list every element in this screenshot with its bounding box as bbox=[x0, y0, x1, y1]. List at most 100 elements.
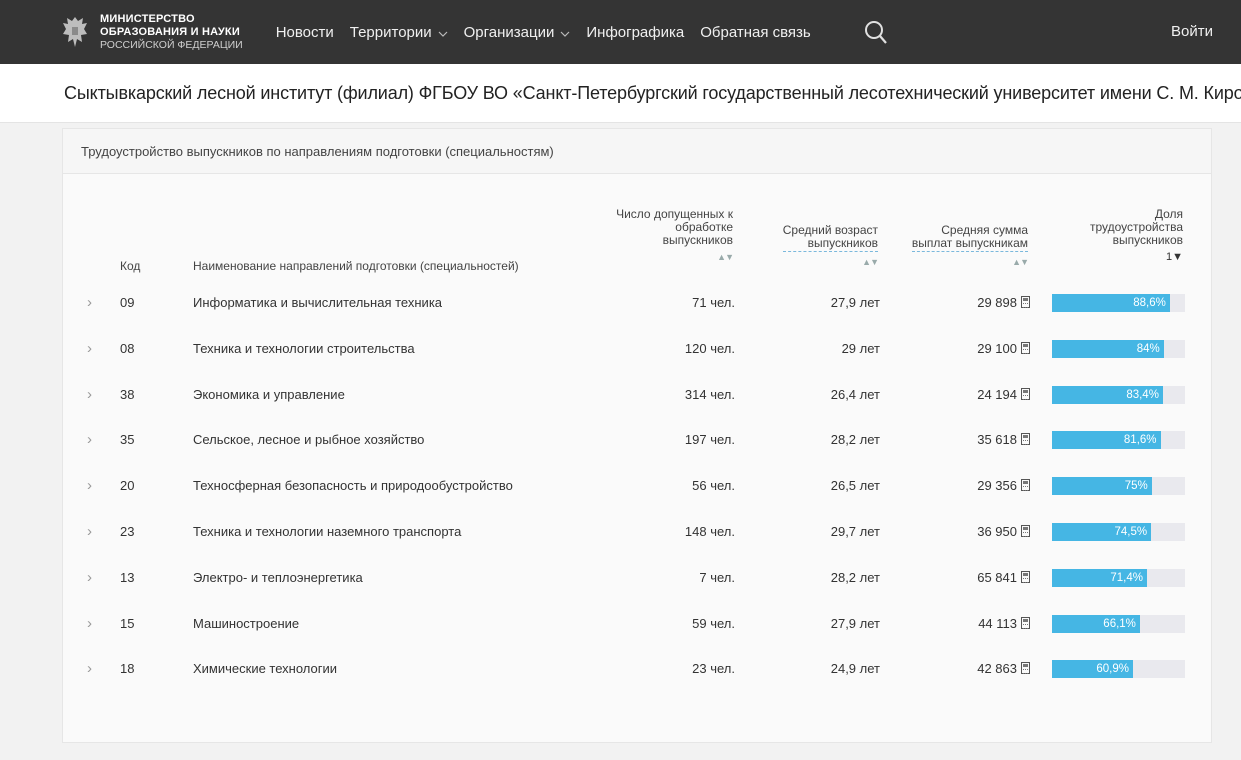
nav-territories-label: Территории bbox=[349, 23, 432, 41]
sort-icon[interactable]: ▲▼ bbox=[616, 251, 734, 264]
header-share[interactable]: Доля трудоустройства выпускников 1▼ bbox=[1090, 208, 1183, 264]
sort-icon[interactable]: ▲▼ bbox=[912, 256, 1029, 269]
header-pay-line2: выплат выпускникам bbox=[911, 236, 1028, 252]
nav-feedback[interactable]: Обратная связь bbox=[700, 24, 811, 41]
chevron-down-icon bbox=[438, 24, 448, 41]
table-row[interactable]: › 08 Техника и технологии строительства 120… bbox=[63, 326, 1213, 372]
share-bar-track: 88,6% bbox=[1052, 294, 1185, 312]
ministry-logo[interactable]: МИНИСТЕРСТВО ОБРАЗОВАНИЯ И НАУКИ РОССИЙС… bbox=[58, 12, 243, 52]
row-name: Машиностроение bbox=[193, 615, 300, 631]
expand-row-chevron-icon[interactable]: › bbox=[87, 509, 92, 555]
expand-row-chevron-icon[interactable]: › bbox=[87, 555, 92, 601]
calculator-icon[interactable] bbox=[1021, 387, 1030, 400]
expand-row-chevron-icon[interactable]: › bbox=[87, 646, 92, 692]
employment-card: Трудоустройство выпускников по направлен… bbox=[62, 128, 1212, 743]
row-pay-value: 44 113 bbox=[978, 615, 1017, 631]
row-count: 120 чел. bbox=[684, 340, 735, 356]
nav-infographics[interactable]: Инфографика bbox=[586, 24, 684, 41]
row-code: 20 bbox=[120, 478, 135, 494]
login-link[interactable]: Войти bbox=[1171, 23, 1213, 40]
row-age: 29 лет bbox=[841, 340, 880, 356]
row-code: 18 bbox=[120, 661, 135, 677]
row-age: 27,9 лет bbox=[830, 295, 880, 310]
nav-news[interactable]: Новости bbox=[276, 24, 334, 41]
header-age[interactable]: Средний возраст выпускников ▲▼ bbox=[782, 224, 879, 269]
share-bar-track: 66,1% bbox=[1052, 614, 1185, 633]
row-pay: 29 100 bbox=[977, 326, 1030, 372]
share-bar-track: 60,9% bbox=[1052, 660, 1185, 679]
calculator-icon[interactable] bbox=[1021, 296, 1030, 308]
header-share-line3: выпускников bbox=[1112, 233, 1183, 247]
table-row[interactable]: › 15 Машиностроение 59 чел. 27,9 лет 44 113 66… bbox=[63, 601, 1213, 647]
sort-desc-indicator[interactable]: 1▼ bbox=[1090, 251, 1183, 264]
row-name: Экономика и управление bbox=[193, 386, 345, 402]
row-count: 197 чел. bbox=[684, 432, 735, 448]
calculator-icon[interactable] bbox=[1021, 570, 1030, 583]
table-row[interactable]: › 13 Электро- и теплоэнергетика 7 чел. 28,2 … bbox=[63, 555, 1213, 601]
header-pay[interactable]: Средняя сумма выплат выпускникам ▲▼ bbox=[911, 224, 1029, 269]
share-bar-fill: 84% bbox=[1052, 339, 1164, 358]
row-count: 23 чел. bbox=[692, 661, 735, 677]
calculator-icon[interactable] bbox=[1021, 479, 1030, 492]
expand-row-chevron-icon[interactable]: › bbox=[87, 463, 92, 509]
calculator-icon[interactable] bbox=[1021, 433, 1030, 446]
calculator-icon[interactable] bbox=[1021, 341, 1030, 354]
nav-organizations[interactable]: Организации bbox=[464, 24, 571, 41]
expand-row-chevron-icon[interactable]: › bbox=[87, 601, 92, 647]
share-bar-fill: 83,4% bbox=[1052, 385, 1163, 404]
table-row[interactable]: › 20 Техносферная безопасность и природооб… bbox=[63, 463, 1213, 509]
nav-territories[interactable]: Территории bbox=[350, 24, 448, 41]
nav-feedback-label: Обратная связь bbox=[700, 23, 811, 41]
sort-icon[interactable]: ▲▼ bbox=[783, 256, 879, 269]
table-row[interactable]: › 09 Информатика и вычислительная техника 7… bbox=[63, 280, 1213, 326]
expand-row-chevron-icon[interactable]: › bbox=[87, 280, 92, 326]
logo-line-1: МИНИСТЕРСТВО bbox=[100, 12, 195, 25]
row-pay-value: 29 100 bbox=[977, 340, 1017, 356]
row-name: Информатика и вычислительная техника bbox=[193, 295, 443, 310]
header-name[interactable]: Наименование направлений подготовки (спе… bbox=[193, 260, 519, 273]
card-title: Трудоустройство выпускников по направлен… bbox=[63, 129, 1211, 174]
calculator-icon[interactable] bbox=[1021, 616, 1030, 629]
row-count: 71 чел. bbox=[692, 295, 735, 310]
share-bar-fill: 71,4% bbox=[1052, 568, 1147, 587]
share-bar-fill: 88,6% bbox=[1052, 294, 1170, 312]
table-row[interactable]: › 38 Экономика и управление 314 чел. 26,4 ле… bbox=[63, 372, 1213, 418]
row-age: 28,2 лет bbox=[830, 569, 880, 585]
expand-row-chevron-icon[interactable]: › bbox=[87, 417, 92, 463]
search-icon[interactable] bbox=[864, 20, 888, 51]
calculator-icon[interactable] bbox=[1021, 662, 1030, 675]
row-count: 148 чел. bbox=[684, 524, 735, 539]
row-pay-value: 65 841 bbox=[977, 569, 1017, 585]
chevron-down-icon bbox=[560, 24, 570, 41]
row-pay-value: 35 618 bbox=[977, 432, 1017, 448]
row-code: 35 bbox=[120, 432, 135, 448]
table-row[interactable]: › 23 Техника и технологии наземного трансп… bbox=[63, 509, 1213, 555]
row-pay-value: 29 898 bbox=[977, 295, 1017, 310]
table-row[interactable]: › 35 Сельское, лесное и рыбное хозяйство 19… bbox=[63, 417, 1213, 463]
expand-row-chevron-icon[interactable]: › bbox=[87, 372, 92, 418]
row-pay-value: 42 863 bbox=[977, 661, 1017, 677]
header-age-line2: выпускников bbox=[782, 237, 878, 252]
row-count: 59 чел. bbox=[692, 615, 735, 631]
row-pay: 24 194 bbox=[977, 372, 1030, 418]
share-bar-track: 74,5% bbox=[1052, 523, 1185, 541]
calculator-icon[interactable] bbox=[1021, 525, 1030, 537]
row-name: Сельское, лесное и рыбное хозяйство bbox=[193, 432, 425, 448]
row-count: 7 чел. bbox=[699, 569, 735, 585]
header-count[interactable]: Число допущенных к обработке выпускников… bbox=[616, 208, 734, 264]
share-bar-fill: 75% bbox=[1052, 477, 1152, 496]
row-pay: 29 356 bbox=[977, 463, 1030, 509]
row-pay-value: 36 950 bbox=[977, 524, 1017, 539]
row-age: 29,7 лет bbox=[830, 524, 880, 539]
row-code: 09 bbox=[120, 295, 135, 310]
top-navigation-bar: МИНИСТЕРСТВО ОБРАЗОВАНИЯ И НАУКИ РОССИЙС… bbox=[0, 0, 1241, 64]
row-count: 314 чел. bbox=[684, 386, 735, 402]
table-row[interactable]: › 18 Химические технологии 23 чел. 24,9 лет 4… bbox=[63, 646, 1213, 692]
logo-line-3: РОССИЙСКОЙ ФЕДЕРАЦИИ bbox=[100, 38, 243, 51]
row-pay: 35 618 bbox=[977, 417, 1030, 463]
row-pay-value: 24 194 bbox=[977, 386, 1017, 402]
main-nav: Новости Территории Организации Инфографи… bbox=[276, 24, 827, 41]
header-code[interactable]: Код bbox=[120, 260, 140, 273]
expand-row-chevron-icon[interactable]: › bbox=[87, 326, 92, 372]
row-age: 24,9 лет bbox=[830, 661, 880, 677]
